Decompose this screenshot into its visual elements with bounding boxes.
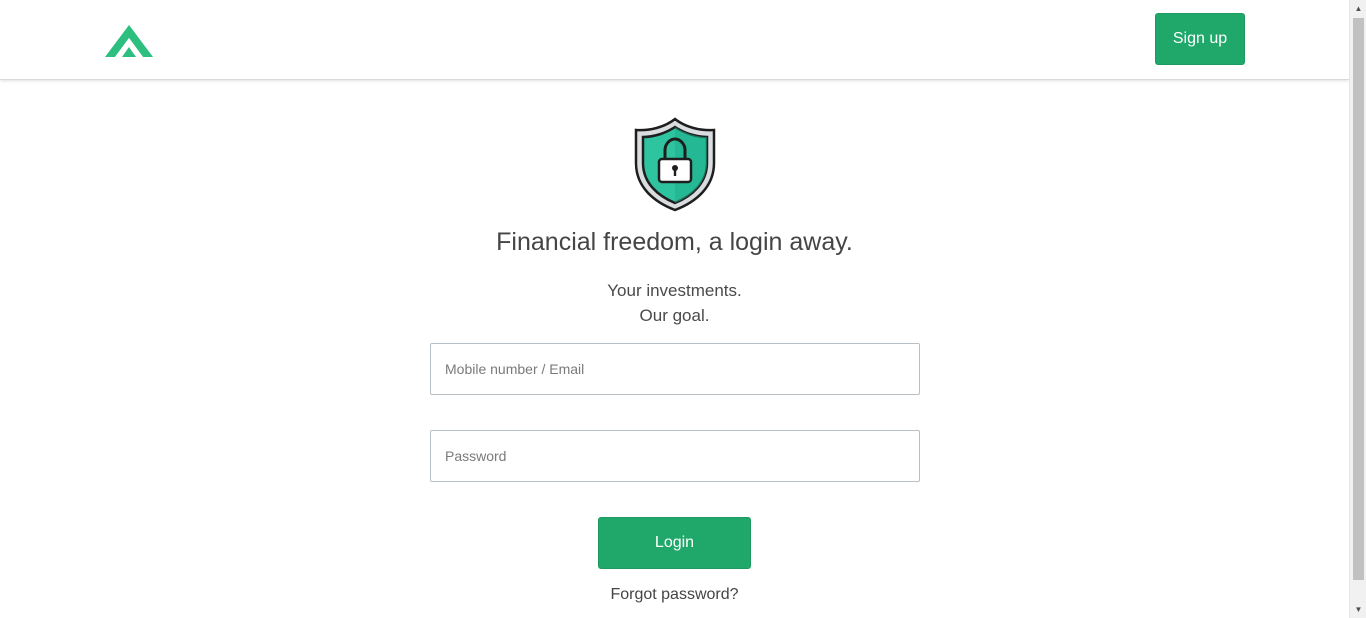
scroll-down-arrow-icon[interactable]: ▼ [1350,601,1366,618]
vertical-scrollbar[interactable]: ▲ ▼ [1349,0,1366,618]
shield-lock-icon [634,117,716,212]
signup-button[interactable]: Sign up [1155,13,1245,65]
tagline-line-2: Our goal. [639,306,710,325]
tagline-line-1: Your investments. [607,281,742,300]
scroll-thumb[interactable] [1353,18,1364,580]
login-button[interactable]: Login [598,517,751,569]
logo-icon[interactable] [105,24,153,58]
password-field[interactable] [430,430,920,482]
email-field[interactable] [430,343,920,395]
top-header: Sign up [0,0,1349,80]
forgot-password-link[interactable]: Forgot password? [0,586,1349,604]
page-headline: Financial freedom, a login away. [496,228,853,256]
scroll-up-arrow-icon[interactable]: ▲ [1350,0,1366,17]
